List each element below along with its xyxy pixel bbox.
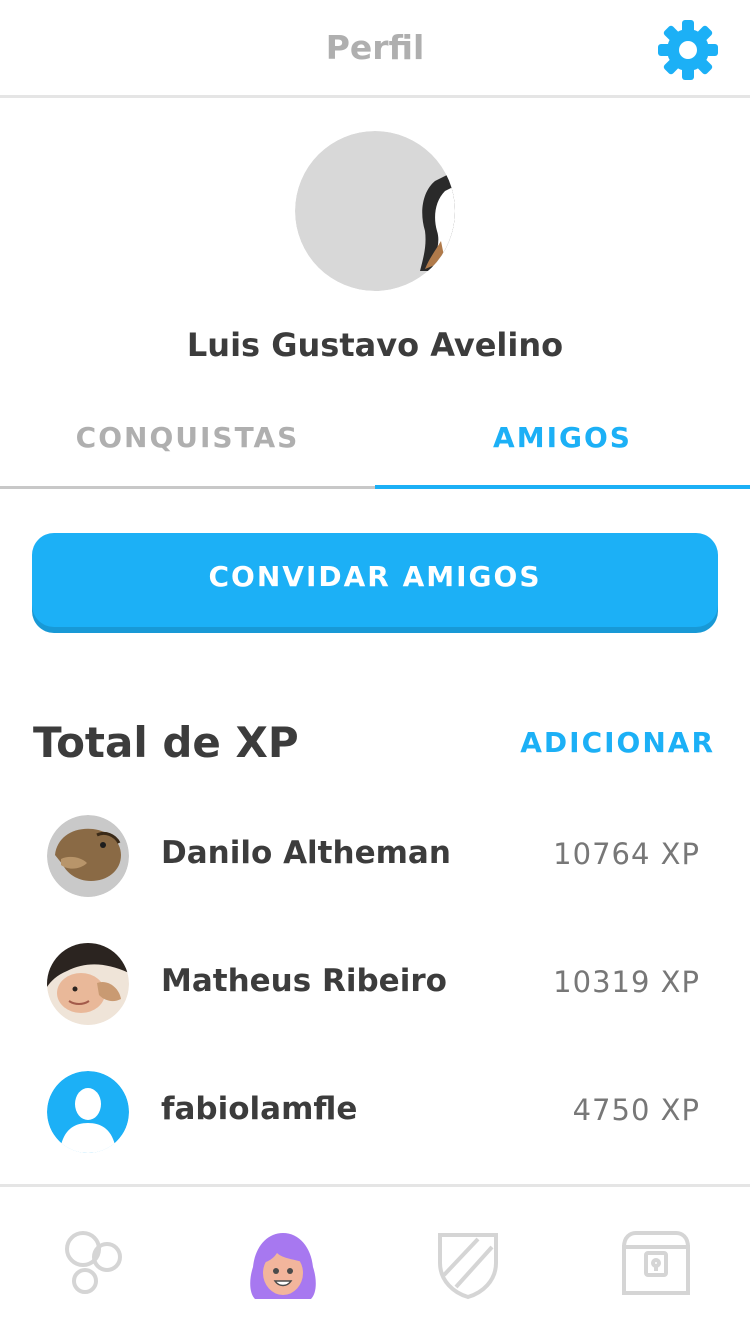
list-item[interactable]: Danilo Altheman 10764 XP xyxy=(0,815,750,897)
friend-name: Matheus Ribeiro xyxy=(161,963,447,999)
tab-conquistas[interactable]: CONQUISTAS xyxy=(0,405,375,489)
list-item[interactable]: Matheus Ribeiro 10319 XP xyxy=(0,943,750,1025)
user-name: Luis Gustavo Avelino xyxy=(186,326,564,364)
shop-chest-icon[interactable] xyxy=(616,1223,696,1303)
profile-tabs: CONQUISTAS AMIGOS xyxy=(0,405,750,489)
gear-icon[interactable] xyxy=(656,18,720,82)
tab-amigos[interactable]: AMIGOS xyxy=(375,405,750,489)
invite-friends-button[interactable]: CONVIDAR AMIGOS xyxy=(32,533,718,627)
page-title: Perfil xyxy=(325,28,425,67)
friend-avatar xyxy=(47,943,129,1025)
leaderboard-title: Total de XP xyxy=(33,718,299,767)
list-item[interactable]: fabiolamfle 4750 XP xyxy=(0,1071,750,1153)
bubbles-icon[interactable] xyxy=(53,1223,133,1303)
friend-avatar xyxy=(47,815,129,897)
add-friend-link[interactable]: ADICIONAR xyxy=(520,726,715,759)
friend-name: fabiolamfle xyxy=(161,1091,358,1127)
shield-icon[interactable] xyxy=(428,1223,508,1303)
profile-character-icon[interactable] xyxy=(243,1223,323,1303)
friend-xp: 4750 XP xyxy=(572,1093,700,1127)
top-bar: Perfil xyxy=(0,0,750,98)
friend-name: Danilo Altheman xyxy=(161,835,451,871)
bottom-navigation xyxy=(0,1184,750,1334)
friend-xp: 10319 XP xyxy=(553,965,700,999)
default-avatar-icon xyxy=(47,1071,129,1153)
friend-xp: 10764 XP xyxy=(553,837,700,871)
profile-avatar[interactable] xyxy=(295,131,455,291)
